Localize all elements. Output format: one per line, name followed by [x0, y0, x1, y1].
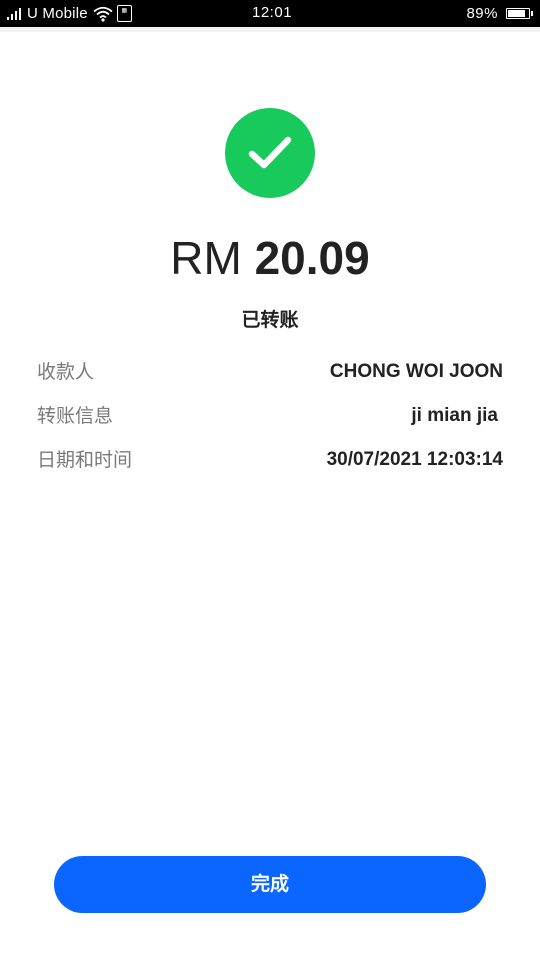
done-button[interactable]: 完成: [54, 856, 486, 913]
transfer-status: 已转账: [241, 309, 299, 331]
detail-row-message: 转账信息 ji mian jia: [37, 401, 503, 445]
battery-nub: [531, 11, 533, 16]
status-bar: U Mobile ▦ 12:01 89%: [0, 0, 540, 27]
battery-fill: [508, 10, 525, 17]
detail-row-datetime: 日期和时间 30/07/2021 12:03:14: [37, 445, 503, 489]
amount-value: 20.09: [254, 232, 370, 284]
datetime-label: 日期和时间: [37, 449, 133, 471]
carrier-name: U Mobile: [27, 5, 88, 22]
status-bar-right: 89%: [466, 4, 533, 23]
transfer-details: 收款人 CHONG WOI JOON 转账信息 ji mian jia 日期和时…: [37, 357, 503, 489]
check-icon: [248, 136, 292, 169]
sim-icon: ▦: [116, 5, 132, 22]
detail-row-recipient: 收款人 CHONG WOI JOON: [37, 357, 503, 401]
status-time: 12:01: [252, 4, 293, 21]
message-value: ji mian jia: [411, 405, 498, 426]
message-label: 转账信息: [37, 405, 114, 427]
recipient-label: 收款人: [37, 361, 95, 383]
header-divider: [0, 27, 540, 32]
currency-label: RM: [170, 232, 242, 284]
wifi-icon: [93, 6, 113, 22]
battery-percent: 89%: [466, 5, 498, 22]
battery-icon: [506, 8, 533, 19]
signal-icon: [7, 7, 23, 20]
datetime-value: 30/07/2021 12:03:14: [326, 449, 503, 470]
recipient-value: CHONG WOI JOON: [329, 361, 503, 382]
transfer-amount: RM 20.09: [0, 228, 540, 288]
status-bar-left: U Mobile ▦: [7, 4, 132, 23]
check-circle-icon: [225, 108, 315, 198]
